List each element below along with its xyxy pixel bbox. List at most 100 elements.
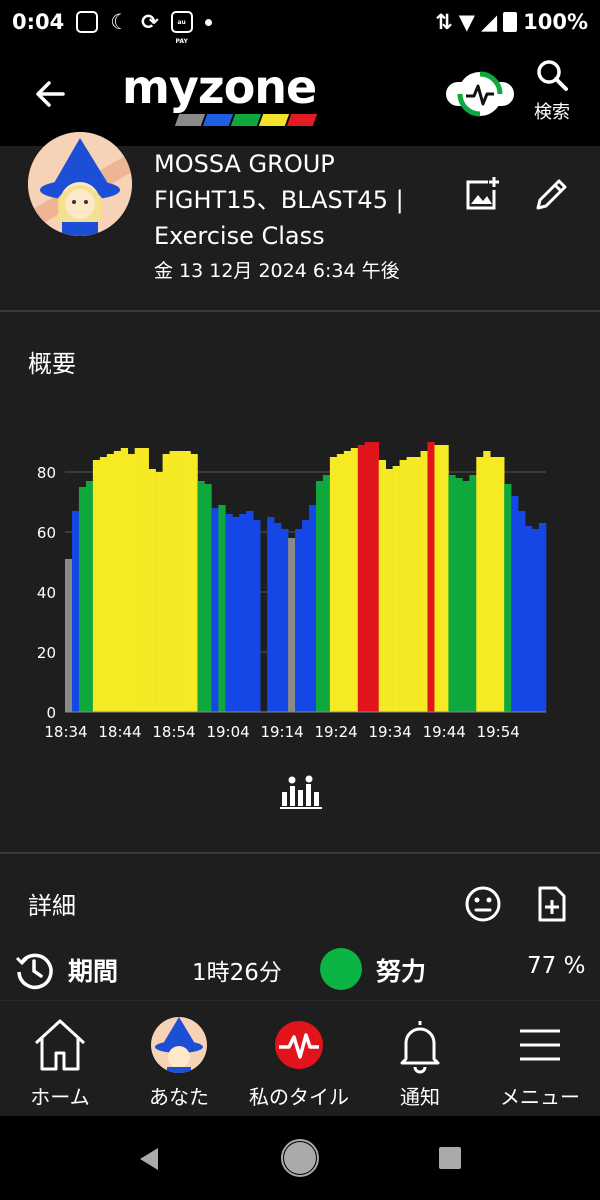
chart-bar <box>169 451 177 712</box>
chart-bar <box>497 457 505 712</box>
chart-bar <box>65 559 73 712</box>
chart-bar <box>197 481 205 712</box>
chart-bar <box>329 457 338 712</box>
chart-bar <box>469 475 477 712</box>
nav-notifications[interactable]: 通知 <box>360 1001 480 1117</box>
chart-bar <box>532 529 540 712</box>
class-date: 金 13 12月 2024 6:34 午後 <box>154 260 400 282</box>
chart-bar <box>525 526 533 712</box>
mood-button[interactable] <box>463 884 503 924</box>
avatar <box>28 132 132 236</box>
clock-history-icon <box>15 953 53 990</box>
logo-bar-yellow <box>258 114 290 126</box>
chart-bar <box>357 445 366 712</box>
duration-tab[interactable] <box>14 950 54 990</box>
instagram-icon <box>76 11 99 33</box>
wifi-icon: ▼ <box>458 10 475 34</box>
hamburger-menu-icon <box>520 1029 560 1061</box>
chart-bar <box>483 451 491 712</box>
add-note-button[interactable] <box>532 884 572 924</box>
y-tick-label: 0 <box>46 704 56 722</box>
y-tick-label: 60 <box>37 524 56 542</box>
add-photo-button[interactable] <box>462 174 502 214</box>
nav-notifications-label: 通知 <box>400 1085 440 1109</box>
chart-bar <box>155 472 163 712</box>
x-tick-label: 19:54 <box>477 723 520 741</box>
chart-bar <box>427 442 435 712</box>
nav-my-tiles-label: 私のタイル <box>249 1085 349 1109</box>
logo-bar-green <box>230 114 262 126</box>
chart-bar <box>462 481 470 712</box>
nav-home[interactable]: ホーム <box>0 1001 120 1117</box>
search-icon <box>537 60 568 91</box>
chart-bar <box>322 475 331 712</box>
x-tick-label: 19:14 <box>260 723 303 741</box>
chart-bar <box>448 475 456 712</box>
x-tick-label: 18:54 <box>152 723 195 741</box>
chart-bar <box>504 484 512 712</box>
belt-connect-button[interactable] <box>444 66 516 122</box>
chart-bar <box>490 457 498 712</box>
chart-bar <box>420 451 428 712</box>
chart-bar <box>71 511 80 712</box>
details-title: 詳細 <box>28 892 76 920</box>
bell-icon <box>400 1021 440 1074</box>
app-bar: myzone 検索 <box>0 44 600 146</box>
status-bar: 0:04 ☾ ⟳ au PAY ⇅ ▼ ◢ 100% <box>0 0 600 45</box>
back-triangle-icon[interactable] <box>134 1144 164 1174</box>
chart-bar <box>92 460 101 712</box>
myzone-tile-icon <box>275 1021 323 1069</box>
chart-bar <box>288 538 296 712</box>
edit-button[interactable] <box>532 174 572 214</box>
x-tick-label: 19:34 <box>368 723 411 741</box>
chart-bar <box>350 448 359 712</box>
nav-you-label: あなた <box>149 1085 209 1109</box>
x-tick-label: 18:44 <box>98 723 141 741</box>
chart-bar <box>127 454 136 712</box>
chart-bar <box>385 469 393 712</box>
recents-square-icon[interactable] <box>436 1144 464 1172</box>
y-tick-label: 80 <box>37 464 56 482</box>
home-icon <box>34 1019 86 1071</box>
back-button[interactable] <box>30 74 70 114</box>
effort-indicator-icon <box>320 948 362 990</box>
chart-bar <box>343 451 352 712</box>
chart-bar <box>190 454 198 712</box>
bar-chart-toggle-icon <box>280 775 322 809</box>
chart-bar <box>378 460 386 712</box>
chart-bar <box>218 505 226 712</box>
chart-view-toggle-button[interactable] <box>278 774 324 810</box>
heart-monitor-belt-icon <box>446 71 514 117</box>
moon-timer-icon: ☾ <box>110 10 130 34</box>
data-arrows-icon: ⇅ <box>435 10 453 34</box>
x-tick-label: 19:04 <box>206 723 249 741</box>
y-tick-label: 20 <box>37 644 56 662</box>
chart-bar <box>315 481 324 712</box>
effort-label: 努力 <box>376 957 427 986</box>
signal-icon: ◢ <box>480 10 498 34</box>
class-title-line-2: FIGHT15、BLAST45 | <box>154 186 404 214</box>
chart-bar <box>281 529 289 712</box>
chart-bar <box>225 514 233 712</box>
search-button[interactable]: 検索 <box>522 58 582 138</box>
battery-icon <box>503 12 518 32</box>
home-circle-icon[interactable] <box>280 1138 320 1178</box>
chart-bar <box>476 457 484 712</box>
nav-menu[interactable]: メニュー <box>480 1001 600 1117</box>
logo-bar-blue <box>202 114 234 126</box>
chart-bar <box>106 454 115 712</box>
status-right: ⇅ ▼ ◢ 100% <box>435 10 588 34</box>
duration-label: 期間 <box>68 957 119 986</box>
nav-my-tiles[interactable]: 私のタイル <box>239 1001 359 1117</box>
duration-value: 1時26分 <box>192 960 282 986</box>
chart-bar <box>302 520 310 712</box>
chart-bar <box>406 457 414 712</box>
au-pay-label: au PAY <box>175 19 188 45</box>
chart-bar <box>267 517 275 712</box>
nav-you[interactable]: あなた <box>119 1001 239 1117</box>
chart-bar <box>85 481 94 712</box>
bottom-nav: ホーム あなた 私のタイル 通知 メニュー <box>0 1000 600 1117</box>
chart-bar <box>455 478 463 712</box>
nav-menu-label: メニュー <box>500 1085 580 1109</box>
logo-bar-red <box>286 114 318 126</box>
